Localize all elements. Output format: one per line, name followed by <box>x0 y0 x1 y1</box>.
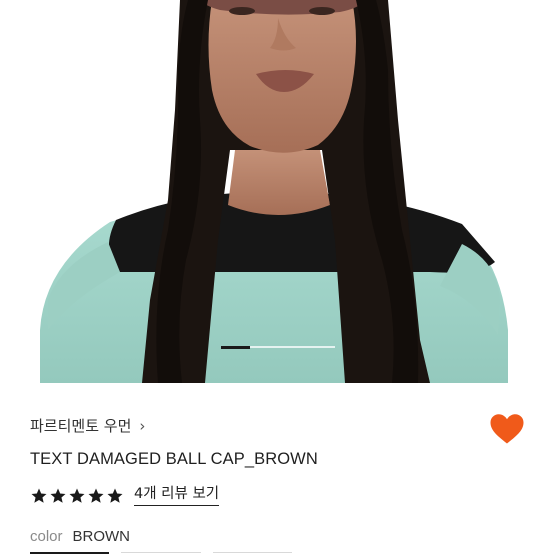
product-image-carousel[interactable] <box>0 0 555 383</box>
star-icon <box>88 488 104 504</box>
carousel-progress-indicator <box>221 345 250 349</box>
star-icon <box>107 488 123 504</box>
star-icon <box>31 488 47 504</box>
product-detail-page: 파르티멘토 우먼 › TEXT DAMAGED BALL CAP_BROWN 4… <box>0 0 555 555</box>
star-rating <box>30 487 124 505</box>
brand-name: 파르티멘토 우먼 <box>30 417 132 435</box>
color-row: color BROWN <box>30 528 130 545</box>
carousel-progress-track <box>221 345 335 349</box>
model-photo <box>0 0 555 383</box>
rating-row: 4개 리뷰 보기 <box>30 486 220 506</box>
heart-icon <box>490 413 524 443</box>
color-label: color <box>30 528 63 545</box>
chevron-right-icon: › <box>139 416 146 435</box>
brand-link[interactable]: 파르티멘토 우먼 › <box>30 415 145 436</box>
star-icon <box>50 488 66 504</box>
color-value: BROWN <box>72 528 131 545</box>
wishlist-button[interactable] <box>486 409 528 447</box>
product-title: TEXT DAMAGED BALL CAP_BROWN <box>30 450 318 468</box>
review-link[interactable]: 4개 리뷰 보기 <box>134 486 220 506</box>
star-icon <box>69 488 85 504</box>
product-info: 파르티멘토 우먼 › TEXT DAMAGED BALL CAP_BROWN 4… <box>0 383 555 555</box>
